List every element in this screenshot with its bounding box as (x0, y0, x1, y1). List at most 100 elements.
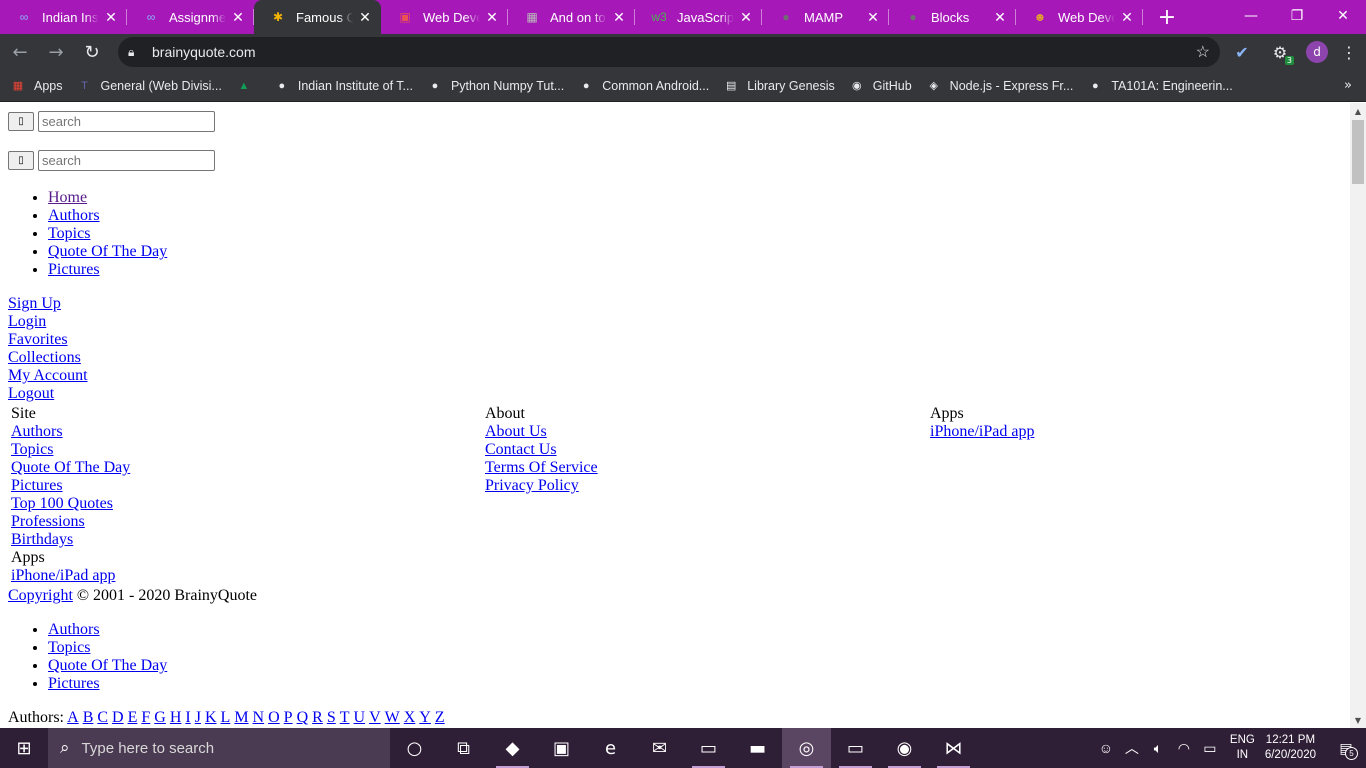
footer-link[interactable]: Privacy Policy (485, 477, 579, 494)
close-tab-icon[interactable]: ✕ (357, 9, 373, 26)
taskbar-app-button[interactable]: ▣ (537, 728, 586, 768)
browser-tab[interactable]: ∞ Assignment✕ (127, 0, 254, 34)
bookmark-star-icon[interactable]: ☆ (1196, 42, 1210, 62)
chevron-up-icon[interactable]: ︿ (1120, 738, 1144, 758)
forward-button[interactable]: → (40, 36, 72, 68)
footer-link[interactable]: Authors (11, 423, 63, 440)
close-tab-icon[interactable]: ✕ (103, 9, 119, 26)
browser-tab[interactable]: ✱ Famous Quotes✕ (254, 0, 381, 34)
reload-button[interactable]: ↻ (76, 36, 108, 68)
author-letter-link[interactable]: O (268, 709, 280, 726)
close-tab-icon[interactable]: ✕ (230, 9, 246, 26)
taskbar-app-button[interactable]: ▭ (684, 728, 733, 768)
copyright-link[interactable]: Copyright (8, 587, 73, 604)
people-icon[interactable]: ☺ (1094, 740, 1118, 756)
scroll-up-arrow-icon[interactable]: ▲ (1350, 103, 1366, 119)
author-letter-link[interactable]: U (354, 709, 366, 726)
bookmark-item[interactable]: ● TA101A: Engineerin... (1087, 78, 1233, 94)
search-submit-button[interactable]: ▯ (8, 151, 34, 170)
battery-icon[interactable]: ▭ (1198, 740, 1222, 757)
taskbar-app-button[interactable]: ✉ (635, 728, 684, 768)
author-letter-link[interactable]: C (97, 709, 108, 726)
author-letter-link[interactable]: A (67, 709, 79, 726)
nav-link[interactable]: Quote Of The Day (48, 657, 167, 674)
clock[interactable]: 12:21 PM 6/20/2020 (1265, 733, 1316, 763)
footer-link[interactable]: About Us (485, 423, 547, 440)
browser-tab[interactable]: ▦ And on to Git✕ (508, 0, 635, 34)
footer-link[interactable]: iPhone/iPad app (11, 567, 115, 584)
taskbar-app-button[interactable]: ▭ (831, 728, 880, 768)
extension-check-button[interactable]: ✔ (1226, 36, 1258, 68)
account-link[interactable]: Login (8, 313, 46, 330)
author-letter-link[interactable]: H (170, 709, 182, 726)
search-input[interactable] (38, 111, 215, 132)
close-tab-icon[interactable]: ✕ (1119, 9, 1135, 26)
scrollbar-thumb[interactable] (1352, 120, 1364, 184)
taskbar-app-button[interactable]: e (586, 728, 635, 768)
taskbar-app-button[interactable]: ⋈ (929, 728, 978, 768)
bookmark-item[interactable]: ◉ GitHub (849, 78, 912, 94)
account-link[interactable]: Collections (8, 349, 81, 366)
browser-tab[interactable]: ▣ Web Developer✕ (381, 0, 508, 34)
footer-link[interactable]: Topics (11, 441, 53, 458)
author-letter-link[interactable]: S (327, 709, 336, 726)
taskbar-app-button[interactable]: ⧉ (439, 728, 488, 768)
taskbar-app-button[interactable]: ◆ (488, 728, 537, 768)
nav-link[interactable]: Home (48, 189, 87, 206)
footer-link[interactable]: Professions (11, 513, 85, 530)
address-bar[interactable]: 🔒︎ brainyquote.com ☆ (118, 37, 1220, 67)
footer-link[interactable]: Top 100 Quotes (11, 495, 113, 512)
browser-tab[interactable]: ∞ Indian Institute✕ (0, 0, 127, 34)
search-input[interactable] (38, 150, 215, 171)
nav-link[interactable]: Pictures (48, 261, 100, 278)
author-letter-link[interactable]: I (185, 709, 190, 726)
extension-gear-button[interactable]: ⚙ 3 (1264, 36, 1296, 68)
bookmark-item[interactable]: ▤ Library Genesis (723, 78, 835, 94)
browser-tab[interactable]: w3 JavaScript Tutorial✕ (635, 0, 762, 34)
taskbar-app-button[interactable]: ○ (390, 728, 439, 768)
nav-link[interactable]: Pictures (48, 675, 100, 692)
close-tab-icon[interactable]: ✕ (738, 9, 754, 26)
author-letter-link[interactable]: W (385, 709, 400, 726)
language-indicator[interactable]: ENG IN (1230, 733, 1255, 763)
author-letter-link[interactable]: K (205, 709, 217, 726)
bookmark-item[interactable]: ◈ Node.js - Express Fr... (926, 78, 1073, 94)
account-link[interactable]: My Account (8, 367, 88, 384)
action-center-button[interactable]: ▤ 5 (1326, 728, 1366, 768)
bookmark-item[interactable]: ▲ (236, 78, 260, 94)
footer-link[interactable]: Pictures (11, 477, 63, 494)
author-letter-link[interactable]: G (154, 709, 166, 726)
taskbar-app-button[interactable]: ◎ (782, 728, 831, 768)
taskbar-app-button[interactable]: ▬ (733, 728, 782, 768)
bookmark-item[interactable]: ● Indian Institute of T... (274, 78, 413, 94)
scroll-down-arrow-icon[interactable]: ▼ (1350, 712, 1366, 728)
bookmark-item[interactable]: T General (Web Divisi... (77, 78, 222, 94)
volume-icon[interactable]: 🔈︎ (1146, 740, 1170, 757)
close-tab-icon[interactable]: ✕ (484, 9, 500, 26)
author-letter-link[interactable]: R (312, 709, 323, 726)
author-letter-link[interactable]: T (340, 709, 350, 726)
browser-tab[interactable]: ☻ Web Developer✕ (1016, 0, 1143, 34)
nav-link[interactable]: Topics (48, 225, 90, 242)
footer-link[interactable]: Contact Us (485, 441, 557, 458)
author-letter-link[interactable]: E (128, 709, 138, 726)
author-letter-link[interactable]: V (369, 709, 381, 726)
back-button[interactable]: ← (4, 36, 36, 68)
search-submit-button[interactable]: ▯ (8, 112, 34, 131)
bookmark-item[interactable]: ▦ Apps (10, 78, 63, 94)
new-tab-button[interactable]: + (1149, 0, 1185, 34)
account-link[interactable]: Favorites (8, 331, 68, 348)
chrome-menu-button[interactable]: ⋮ (1334, 43, 1364, 62)
wifi-icon[interactable]: ◠ (1172, 740, 1196, 757)
author-letter-link[interactable]: N (253, 709, 265, 726)
author-letter-link[interactable]: B (83, 709, 94, 726)
nav-link[interactable]: Quote Of The Day (48, 243, 167, 260)
close-tab-icon[interactable]: ✕ (865, 9, 881, 26)
nav-link[interactable]: Topics (48, 639, 90, 656)
author-letter-link[interactable]: Z (435, 709, 445, 726)
start-button[interactable]: ⊞ (0, 728, 48, 768)
close-tab-icon[interactable]: ✕ (611, 9, 627, 26)
footer-link[interactable]: iPhone/iPad app (930, 423, 1034, 440)
close-window-button[interactable]: ✕ (1320, 0, 1366, 32)
bookmark-item[interactable]: ● Common Android... (578, 78, 709, 94)
